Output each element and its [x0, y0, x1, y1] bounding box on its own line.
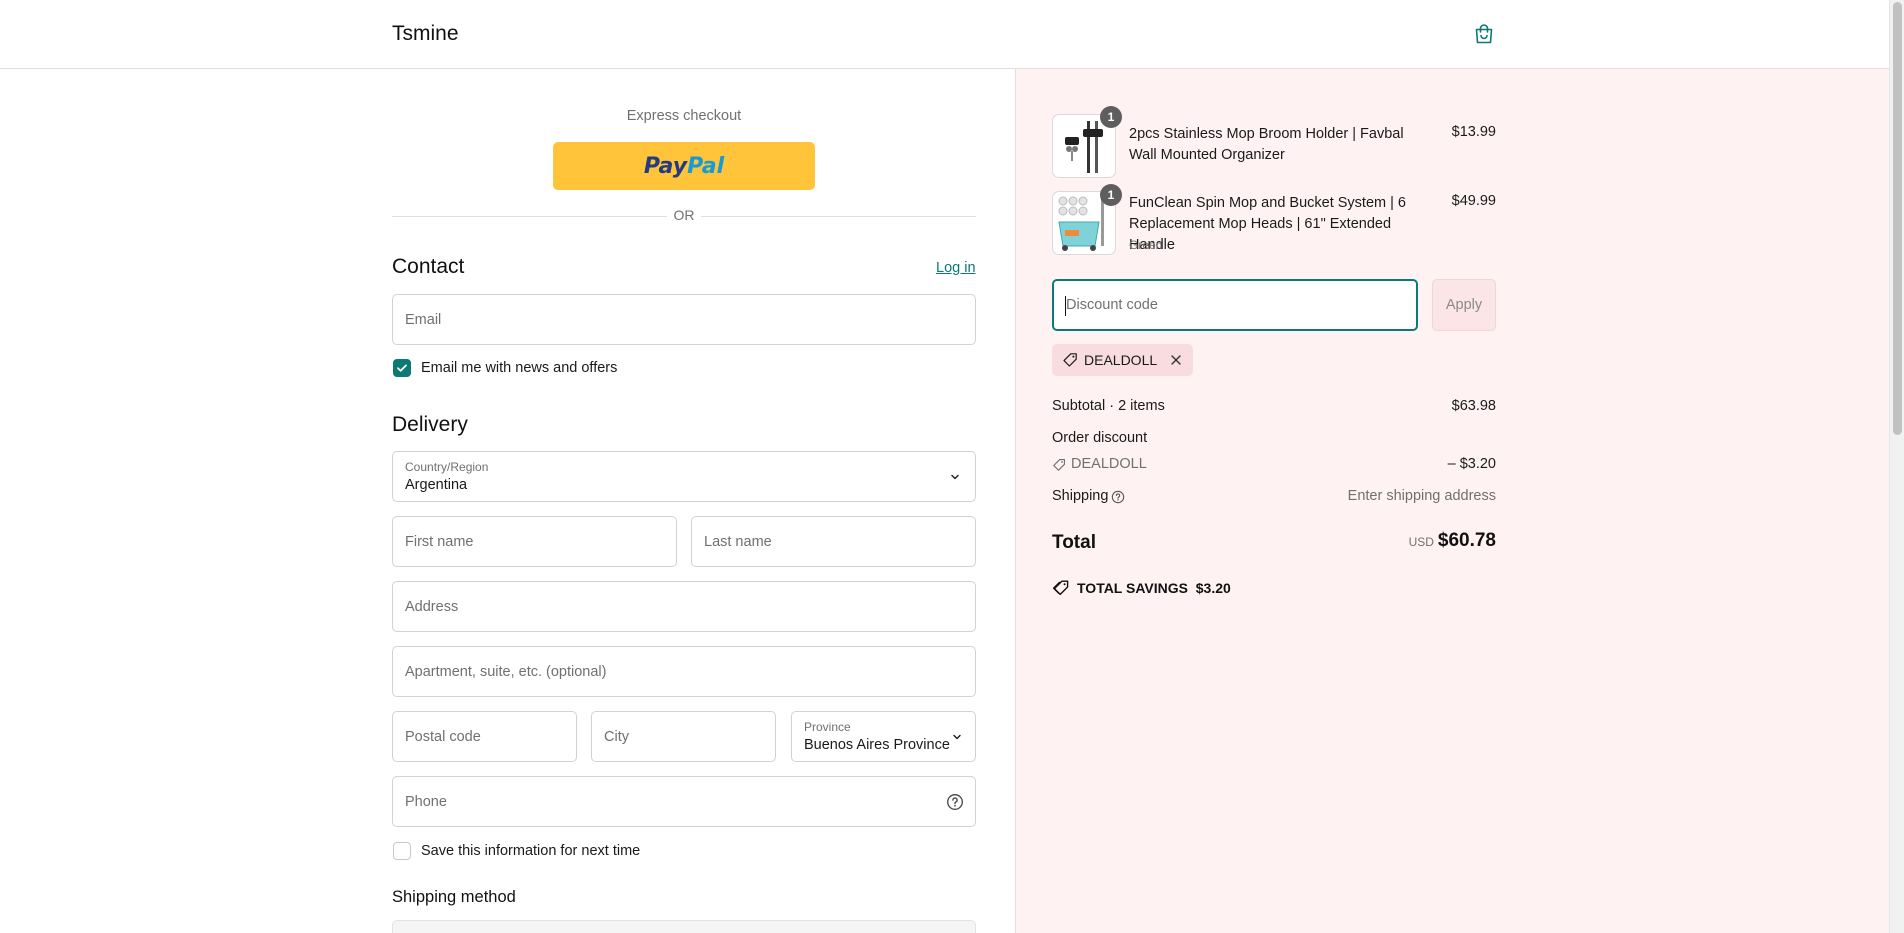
discount-placeholder: Discount code	[1066, 297, 1158, 313]
chevron-down-icon	[951, 474, 959, 479]
delivery-heading: Delivery	[392, 413, 468, 436]
total-label: Total	[1052, 532, 1096, 553]
check-icon	[397, 364, 407, 372]
or-divider-label: OR	[667, 207, 701, 223]
store-logo[interactable]: Tsmine	[392, 22, 459, 46]
express-checkout-title: Express checkout	[626, 108, 742, 124]
total-value: $60.78	[1437, 530, 1496, 551]
save-info-label[interactable]: Save this information for next time	[421, 843, 640, 859]
phone-field[interactable]: Phone	[392, 776, 976, 827]
close-icon[interactable]	[1169, 353, 1183, 367]
save-info-checkbox[interactable]	[393, 842, 411, 860]
apartment-field[interactable]: Apartment, suite, etc. (optional)	[392, 646, 976, 697]
email-field[interactable]: Email	[392, 294, 976, 345]
postal-code-field[interactable]: Postal code	[392, 711, 577, 762]
item-price: $49.99	[1451, 193, 1496, 209]
discount-code-input[interactable]: Discount code	[1052, 279, 1418, 331]
first-name-placeholder: First name	[405, 533, 474, 550]
last-name-field[interactable]: Last name	[691, 516, 976, 567]
item-name: 2pcs Stainless Mop Broom Holder | Favbal…	[1129, 126, 1404, 163]
province-select[interactable]: Province Buenos Aires Province	[791, 711, 976, 762]
applied-discount-code: DEALDOLL	[1084, 352, 1158, 368]
subtotal-label: Subtotal · 2 items	[1052, 398, 1165, 414]
phone-placeholder: Phone	[405, 793, 447, 810]
total-savings: TOTAL SAVINGS $3.20	[1077, 580, 1231, 596]
email-placeholder: Email	[405, 311, 442, 328]
address-field[interactable]: Address	[392, 581, 976, 632]
item-quantity-badge: 1	[1100, 184, 1122, 206]
city-field[interactable]: City	[591, 711, 776, 762]
total-savings-value: $3.20	[1195, 580, 1231, 596]
shipping-value: Enter shipping address	[1347, 488, 1496, 504]
page-scrollbar[interactable]	[1889, 0, 1904, 933]
shopping-bag-icon[interactable]	[1472, 22, 1496, 46]
city-placeholder: City	[604, 728, 629, 745]
chevron-down-icon	[953, 734, 961, 739]
total-savings-label: TOTAL SAVINGS	[1077, 580, 1188, 596]
help-circle-icon[interactable]	[1111, 490, 1125, 504]
subtotal-value: $63.98	[1451, 398, 1496, 414]
order-discount-value: – $3.20	[1447, 456, 1496, 472]
item-price: $13.99	[1451, 124, 1496, 140]
shipping-label: Shipping	[1052, 488, 1109, 504]
paypal-logo-text-2: Pal	[687, 153, 725, 179]
shipping-method-heading: Shipping method	[392, 888, 516, 906]
help-circle-icon[interactable]	[946, 793, 964, 811]
login-link[interactable]: Log in	[936, 260, 976, 276]
shipping-method-box	[392, 920, 976, 933]
item-name: FunClean Spin Mop and Bucket System | 6 …	[1129, 195, 1406, 253]
apply-discount-button[interactable]: Apply	[1432, 279, 1496, 331]
last-name-placeholder: Last name	[704, 533, 772, 550]
item-variant: Green	[1129, 238, 1163, 252]
total-currency: USD	[1408, 535, 1434, 549]
contact-heading: Contact	[392, 255, 465, 278]
country-label: Country/Region	[405, 460, 489, 474]
scrollbar-thumb[interactable]	[1893, 2, 1902, 435]
province-label: Province	[804, 720, 851, 734]
paypal-button[interactable]: Pay Pal	[553, 142, 815, 190]
apartment-placeholder: Apartment, suite, etc. (optional)	[405, 663, 607, 680]
total-amount: USD $60.78	[1340, 530, 1496, 552]
newsletter-label[interactable]: Email me with news and offers	[421, 360, 617, 376]
paypal-logo-text: Pay	[643, 153, 688, 179]
first-name-field[interactable]: First name	[392, 516, 677, 567]
country-value: Argentina	[405, 477, 468, 493]
address-placeholder: Address	[405, 598, 459, 615]
order-discount-code: DEALDOLL	[1071, 456, 1147, 472]
country-select[interactable]: Country/Region Argentina	[392, 451, 976, 502]
order-discount-label: Order discount	[1052, 430, 1148, 446]
province-value: Buenos Aires Province	[804, 737, 950, 753]
item-quantity-badge: 1	[1100, 106, 1122, 128]
savings-tag-icon	[1052, 580, 1069, 596]
newsletter-checkbox[interactable]	[393, 359, 411, 377]
applied-discount-chip: DEALDOLL	[1052, 344, 1194, 376]
postal-code-placeholder: Postal code	[405, 728, 481, 745]
tag-icon	[1063, 353, 1077, 367]
tag-icon	[1053, 459, 1065, 471]
site-header: Tsmine	[0, 0, 1889, 69]
